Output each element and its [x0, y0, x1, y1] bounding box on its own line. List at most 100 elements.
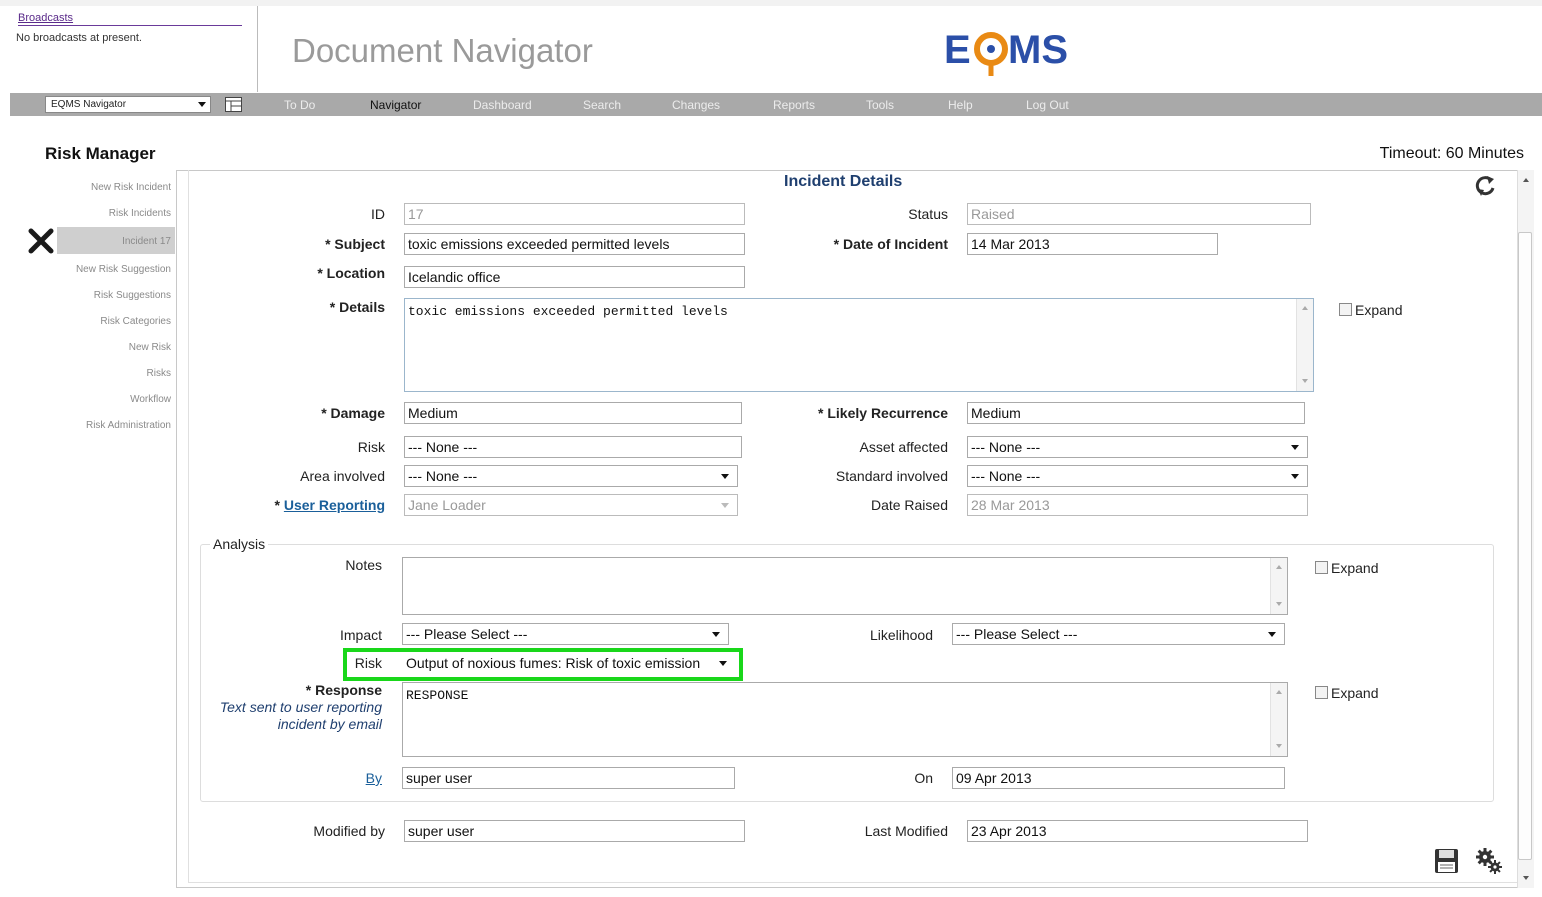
asset-affected-label: Asset affected: [859, 439, 948, 455]
status-field[interactable]: Raised: [967, 203, 1311, 225]
details-scrollbar[interactable]: [1296, 299, 1313, 391]
modified-by-label: Modified by: [313, 823, 385, 839]
checkbox-box[interactable]: [1315, 561, 1328, 574]
by-link[interactable]: By: [366, 770, 382, 786]
timeout-text: Timeout: 60 Minutes: [1379, 145, 1524, 162]
response-textarea[interactable]: RESPONSE: [402, 682, 1288, 757]
impact-select[interactable]: --- Please Select ---: [402, 623, 729, 645]
navigator-select[interactable]: EQMS Navigator: [45, 96, 211, 113]
location-field[interactable]: Icelandic office: [404, 266, 745, 288]
scroll-down-icon[interactable]: [1276, 602, 1282, 606]
id-field[interactable]: 17: [404, 203, 745, 225]
user-reporting-select[interactable]: Jane Loader: [404, 494, 738, 516]
nav-changes[interactable]: Changes: [672, 98, 720, 112]
nav-tools[interactable]: Tools: [866, 98, 894, 112]
chevron-down-icon: [198, 102, 206, 107]
notes-textarea[interactable]: [402, 557, 1288, 615]
user-reporting-value: Jane Loader: [408, 497, 486, 513]
damage-field[interactable]: Medium: [404, 402, 742, 424]
scroll-up-icon[interactable]: [1302, 306, 1308, 310]
id-label: ID: [371, 206, 385, 222]
sidebar-item-new-risk[interactable]: New Risk: [129, 342, 171, 353]
broadcasts-message: No broadcasts at present.: [16, 32, 142, 44]
asset-affected-select[interactable]: --- None ---: [967, 436, 1308, 458]
grid-icon[interactable]: [225, 97, 242, 112]
area-involved-label: Area involved: [300, 468, 385, 484]
sidebar-item-risk-administration[interactable]: Risk Administration: [86, 420, 171, 431]
sidebar-item-workflow[interactable]: Workflow: [130, 394, 171, 405]
top-strip: [0, 0, 1542, 6]
impact-label: Impact: [339, 627, 382, 643]
likelihood-label: Likelihood: [869, 627, 933, 643]
standard-involved-select[interactable]: --- None ---: [967, 465, 1308, 487]
app-title: Document Navigator: [292, 32, 593, 69]
details-expand-checkbox[interactable]: Expand: [1339, 302, 1402, 318]
scroll-up-icon[interactable]: [1276, 565, 1282, 569]
navigator-select-value: EQMS Navigator: [51, 99, 127, 110]
likelihood-select[interactable]: --- Please Select ---: [952, 623, 1285, 645]
response-text: RESPONSE: [406, 688, 469, 703]
subject-field[interactable]: toxic emissions exceeded permitted level…: [404, 233, 745, 255]
nav-navigator[interactable]: Navigator: [370, 98, 421, 112]
notes-expand-checkbox[interactable]: Expand: [1315, 560, 1378, 576]
scroll-down-icon[interactable]: [1523, 876, 1529, 880]
nav-help[interactable]: Help: [948, 98, 973, 112]
sidebar-item-risks[interactable]: Risks: [147, 368, 171, 379]
broadcasts-title[interactable]: Broadcasts: [18, 12, 73, 24]
scroll-down-icon[interactable]: [1276, 744, 1282, 748]
on-field[interactable]: 09 Apr 2013: [952, 767, 1285, 789]
chevron-down-icon: [1291, 474, 1299, 479]
area-involved-value: --- None ---: [408, 468, 478, 484]
last-modified-field[interactable]: 23 Apr 2013: [967, 820, 1308, 842]
details-textarea[interactable]: toxic emissions exceeded permitted level…: [404, 298, 1314, 392]
svg-text:E: E: [944, 28, 971, 72]
risk-label: Risk: [357, 439, 385, 455]
by-field[interactable]: super user: [402, 767, 735, 789]
risk-field[interactable]: --- None ---: [404, 436, 742, 458]
date-raised-label: Date Raised: [870, 497, 948, 513]
response-expand-label: Expand: [1331, 685, 1379, 701]
chevron-down-icon: [721, 503, 729, 508]
notes-label: Notes: [345, 557, 382, 573]
nav-reports[interactable]: Reports: [773, 98, 815, 112]
date-raised-field[interactable]: 28 Mar 2013: [967, 494, 1308, 516]
sidebar-item-risk-suggestions[interactable]: Risk Suggestions: [94, 290, 171, 301]
subject-label: * Subject: [325, 236, 385, 252]
risk-highlight-box: [343, 648, 743, 681]
sidebar-item-new-risk-incident[interactable]: New Risk Incident: [91, 182, 171, 193]
nav-todo[interactable]: To Do: [284, 98, 315, 112]
close-icon[interactable]: [27, 227, 55, 255]
eqms-logo: E MS: [944, 28, 1068, 76]
modified-by-field[interactable]: super user: [404, 820, 745, 842]
date-of-incident-field[interactable]: 14 Mar 2013: [967, 233, 1218, 255]
checkbox-box[interactable]: [1339, 303, 1352, 316]
likelihood-value: --- Please Select ---: [956, 626, 1078, 642]
panel-scroll-thumb[interactable]: [1518, 232, 1532, 860]
save-icon[interactable]: [1434, 848, 1459, 874]
user-reporting-link[interactable]: User Reporting: [284, 497, 385, 513]
scroll-down-icon[interactable]: [1302, 379, 1308, 383]
notes-scrollbar[interactable]: [1270, 558, 1287, 614]
nav-dashboard[interactable]: Dashboard: [473, 98, 532, 112]
refresh-icon[interactable]: [1473, 174, 1499, 198]
broadcasts-rule: [18, 25, 242, 26]
scroll-up-icon[interactable]: [1276, 690, 1282, 694]
area-involved-select[interactable]: --- None ---: [404, 465, 738, 487]
required-marker: *: [274, 497, 284, 513]
nav-logout[interactable]: Log Out: [1026, 98, 1069, 112]
sidebar-item-new-risk-suggestion[interactable]: New Risk Suggestion: [76, 264, 171, 275]
response-expand-checkbox[interactable]: Expand: [1315, 685, 1378, 701]
sidebar-item-risk-categories[interactable]: Risk Categories: [100, 316, 171, 327]
response-scrollbar[interactable]: [1270, 683, 1287, 756]
sidebar-item-risk-incidents[interactable]: Risk Incidents: [109, 208, 171, 219]
sidebar-item-incident-17[interactable]: Incident 17: [122, 236, 171, 247]
impact-value: --- Please Select ---: [406, 626, 528, 642]
user-reporting-label: * User Reporting: [275, 497, 385, 513]
response-label: * Response: [305, 682, 382, 698]
broadcasts-panel: Broadcasts No broadcasts at present.: [10, 8, 250, 92]
nav-search[interactable]: Search: [583, 98, 621, 112]
checkbox-box[interactable]: [1315, 686, 1328, 699]
scroll-up-icon[interactable]: [1523, 178, 1529, 182]
gear-icon[interactable]: [1475, 847, 1503, 875]
likely-recurrence-field[interactable]: Medium: [967, 402, 1305, 424]
